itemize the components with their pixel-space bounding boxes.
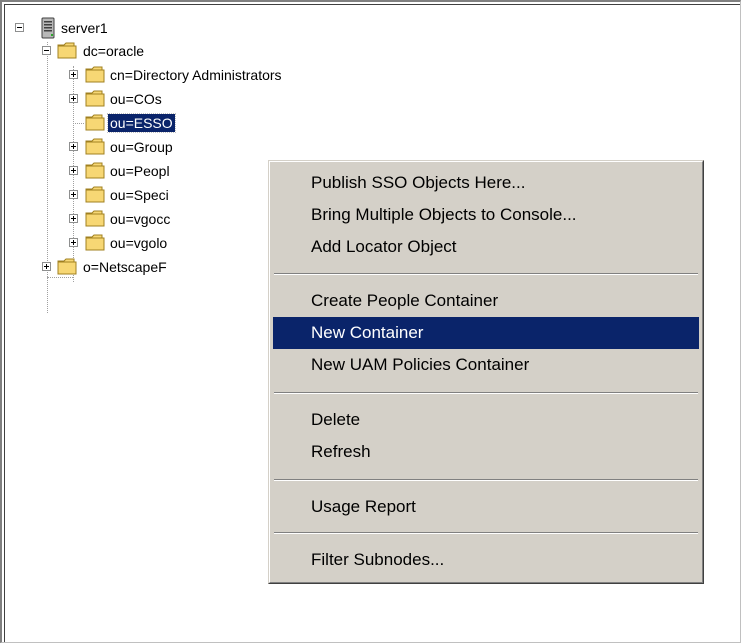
folder-icon bbox=[85, 66, 105, 83]
folder-icon bbox=[57, 42, 77, 59]
expand-icon[interactable] bbox=[69, 238, 78, 247]
folder-icon bbox=[85, 90, 105, 107]
tree-node-label: ou=Speci bbox=[110, 187, 169, 203]
expand-icon[interactable] bbox=[69, 190, 78, 199]
tree-node-label: ou=vgocc bbox=[110, 211, 171, 227]
expand-icon[interactable] bbox=[69, 142, 78, 151]
menu-item-usage-report[interactable]: Usage Report bbox=[273, 491, 699, 523]
folder-icon bbox=[85, 162, 105, 179]
server-icon bbox=[41, 17, 55, 39]
menu-item-filter-subnodes[interactable]: Filter Subnodes... bbox=[273, 544, 699, 576]
tree-line bbox=[47, 277, 73, 278]
tree-node-label: ou=ESSO bbox=[107, 113, 176, 133]
collapse-icon[interactable] bbox=[15, 23, 24, 32]
tree-node-label: ou=Peopl bbox=[110, 163, 170, 179]
menu-item-create-people-container[interactable]: Create People Container bbox=[273, 285, 699, 317]
tree-line bbox=[47, 42, 48, 313]
folder-icon bbox=[85, 138, 105, 155]
folder-icon bbox=[57, 258, 77, 275]
folder-icon bbox=[85, 234, 105, 251]
menu-item-new-uam-policies-container[interactable]: New UAM Policies Container bbox=[273, 349, 699, 381]
tree-node-label: cn=Directory Administrators bbox=[110, 67, 282, 83]
expand-icon[interactable] bbox=[69, 166, 78, 175]
context-menu: Publish SSO Objects Here... Bring Multip… bbox=[268, 160, 704, 584]
folder-icon bbox=[85, 114, 105, 131]
collapse-icon[interactable] bbox=[42, 46, 51, 55]
menu-item-bring-multiple-objects[interactable]: Bring Multiple Objects to Console... bbox=[273, 199, 699, 231]
tree-node-label: server1 bbox=[61, 20, 108, 36]
context-menu-body: Publish SSO Objects Here... Bring Multip… bbox=[269, 161, 703, 583]
tree-node-label: o=NetscapeF bbox=[83, 259, 167, 275]
tree-node-label: ou=Group bbox=[110, 139, 173, 155]
menu-item-refresh[interactable]: Refresh bbox=[273, 436, 699, 468]
tree-line bbox=[73, 123, 84, 124]
menu-item-publish-sso-objects[interactable]: Publish SSO Objects Here... bbox=[273, 167, 699, 199]
menu-item-add-locator-object[interactable]: Add Locator Object bbox=[273, 231, 699, 263]
menu-separator bbox=[274, 479, 698, 481]
tree-node-label: ou=vgolo bbox=[110, 235, 168, 251]
expand-icon[interactable] bbox=[69, 94, 78, 103]
tree-node-label: ou=COs bbox=[110, 91, 162, 107]
expand-icon[interactable] bbox=[69, 214, 78, 223]
menu-item-delete[interactable]: Delete bbox=[273, 404, 699, 436]
expand-icon[interactable] bbox=[42, 262, 51, 271]
menu-item-new-container[interactable]: New Container bbox=[273, 317, 699, 349]
expand-icon[interactable] bbox=[69, 70, 78, 79]
menu-separator bbox=[274, 392, 698, 394]
menu-separator bbox=[274, 273, 698, 275]
folder-icon bbox=[85, 186, 105, 203]
menu-separator bbox=[274, 532, 698, 534]
folder-icon bbox=[85, 210, 105, 227]
tree-node-label: dc=oracle bbox=[83, 43, 145, 59]
